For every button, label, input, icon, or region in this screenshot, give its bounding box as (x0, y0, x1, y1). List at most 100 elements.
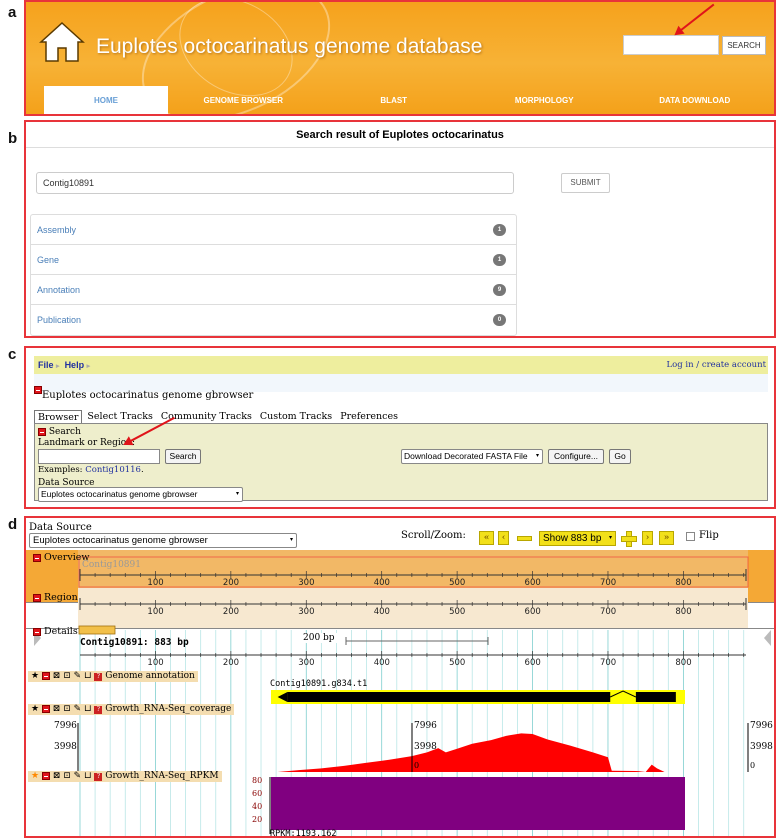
tab-custom-tracks[interactable]: Custom Tracks (257, 410, 335, 424)
gene-label: Contig10891.g834.t1 (270, 679, 368, 689)
cov-mid-right: 3998 (750, 742, 773, 752)
tick-label: 700 (599, 658, 617, 668)
tick-label: 300 (298, 607, 315, 617)
track-rpkm: Growth_RNA-Seq_RPKM (105, 771, 219, 781)
scale-label: 200 bp (301, 633, 337, 643)
tick-label: 300 (298, 658, 315, 668)
tick-label: 100 (147, 607, 164, 617)
tick-label: 800 (675, 658, 692, 668)
rpkm-tick-40: 40 (252, 802, 263, 811)
example-link[interactable]: Contig10116 (85, 465, 141, 475)
gbrowser-tabs: Browser Select Tracks Community Tracks C… (34, 410, 403, 424)
tick-label: 200 (222, 658, 240, 668)
site-search-button[interactable]: SEARCH (722, 36, 766, 55)
collapse-icon[interactable] (33, 627, 41, 636)
login-link[interactable]: Log in / create account (666, 356, 766, 374)
tick-label: 500 (449, 578, 466, 588)
track-icons[interactable]: ★ ⊠ ⊡ ✎ ⊔ ? (31, 671, 103, 681)
landmark-search-button[interactable]: Search (165, 449, 201, 464)
track-genome-annotation: Genome annotation (105, 671, 195, 681)
landmark-input[interactable] (38, 449, 160, 464)
tick-label: 800 (675, 607, 692, 617)
tick-label: 400 (373, 578, 390, 588)
cov-max-right: 7996 (750, 721, 773, 731)
download-select[interactable]: Download Decorated FASTA File ▾ (401, 449, 543, 464)
collapse-icon[interactable] (33, 553, 41, 562)
tab-preferences[interactable]: Preferences (337, 410, 401, 424)
tick-label: 600 (524, 578, 541, 588)
result-item-gene[interactable]: Gene 1 (31, 245, 516, 275)
tick-label: 100 (147, 658, 164, 668)
count-badge: 0 (493, 314, 506, 326)
tick-label: 200 (222, 607, 240, 617)
details-label: Details (44, 626, 78, 637)
configure-button[interactable]: Configure... (548, 449, 604, 464)
cov-mid-left: 3998 (54, 742, 77, 752)
site-search-input[interactable] (623, 35, 719, 55)
tick-label: 600 (524, 658, 541, 668)
scroll-left-icon[interactable] (764, 630, 771, 646)
cov-zero-right: 0 (750, 761, 756, 770)
collapse-icon[interactable] (33, 593, 41, 602)
region-label: Region (44, 592, 78, 603)
tick-label: 100 (147, 578, 164, 588)
track-icons[interactable]: ★ ⊠ ⊡ ✎ ⊔ ? (31, 771, 103, 781)
rpkm-bar (271, 777, 685, 830)
nav-genome-browser[interactable]: GENOME BROWSER (168, 86, 319, 114)
collapse-icon[interactable] (38, 427, 46, 436)
details-title: Contig10891: 883 bp (80, 637, 189, 648)
count-badge: 1 (493, 224, 506, 236)
tick-label: 300 (298, 578, 315, 588)
result-item-annotation[interactable]: Annotation 9 (31, 275, 516, 305)
panel-label-b: b (8, 130, 18, 147)
rpkm-tick-60: 60 (252, 789, 263, 798)
tick-label: 500 (449, 658, 466, 668)
site-title: Euplotes octocarinatus genome database (96, 35, 483, 58)
data-source-select[interactable]: Euplotes octocarinatus genome gbrowser ▾ (38, 487, 243, 502)
cov-max-left: 7996 (54, 721, 77, 731)
tick-label: 700 (599, 607, 617, 617)
gene-exon (635, 692, 676, 702)
nav-data-download[interactable]: DATA DOWNLOAD (620, 86, 771, 114)
submit-button[interactable]: SUBMIT (561, 173, 610, 193)
collapse-icon[interactable] (34, 386, 42, 394)
count-badge: 1 (493, 254, 506, 266)
count-badge: 9 (493, 284, 506, 296)
gbrowser-title: Euplotes octocarinatus genome gbrowser (42, 390, 254, 401)
menu-help[interactable]: Help (65, 360, 85, 370)
cov-max-mid: 7996 (414, 721, 437, 731)
results-list: Assembly 1 Gene 1 Annotation 9 Publication 0 (30, 214, 517, 336)
tab-browser[interactable]: Browser (34, 410, 83, 424)
panel-label-c: c (8, 346, 17, 363)
results-heading: Search result of Euplotes octocarinatus (26, 122, 774, 148)
results-query-input[interactable]: Contig10891 (36, 172, 514, 194)
result-item-publication[interactable]: Publication 0 (31, 305, 516, 335)
details-highlight (78, 625, 116, 635)
nav-home[interactable]: HOME (44, 86, 168, 114)
tick-label: 200 (222, 578, 240, 588)
tick-label: 700 (599, 578, 617, 588)
tick-label: 600 (524, 607, 541, 617)
nav-morphology[interactable]: MORPHOLOGY (469, 86, 620, 114)
tick-label: 500 (449, 607, 466, 617)
result-item-assembly[interactable]: Assembly 1 (31, 215, 516, 245)
panel-label-d: d (8, 516, 18, 533)
genome-viewer-panel: Data Source Euplotes octocarinatus genom… (24, 516, 776, 838)
track-coverage: Growth_RNA-Seq_coverage (105, 704, 232, 714)
nav-blast[interactable]: BLAST (319, 86, 470, 114)
search-results-panel: Search result of Euplotes octocarinatus … (24, 120, 776, 338)
search-section-title: Search (48, 427, 81, 437)
home-icon[interactable] (38, 20, 86, 64)
tab-select-tracks[interactable]: Select Tracks (84, 410, 155, 424)
overview-contig: Contig10891 (82, 560, 141, 570)
tick-label: 400 (373, 658, 390, 668)
go-button[interactable]: Go (609, 449, 631, 464)
site-header-panel: Euplotes octocarinatus genome database S… (24, 0, 776, 116)
menu-file[interactable]: File (38, 360, 54, 370)
gene-exon (287, 692, 611, 702)
track-icons[interactable]: ★ ⊠ ⊡ ✎ ⊔ ? (31, 704, 103, 714)
examples-label: Examples: (38, 465, 83, 475)
gbrowser-menubar: File ▸ Help ▸ Log in / create account (34, 356, 768, 374)
rpkm-tick-20: 20 (252, 815, 263, 824)
tick-label: 800 (675, 578, 692, 588)
